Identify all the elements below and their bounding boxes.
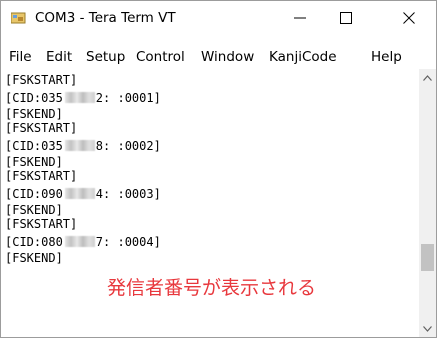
window-title: COM3 - Tera Term VT bbox=[35, 10, 176, 26]
maximize-button[interactable] bbox=[323, 1, 369, 35]
terminal-line: [FSKEND] bbox=[5, 251, 63, 265]
terminal-line: [FSKSTART] bbox=[5, 169, 78, 183]
menu-edit[interactable]: Edit bbox=[46, 49, 72, 65]
vertical-scrollbar[interactable] bbox=[419, 69, 436, 337]
terminal-line: [FSKSTART] bbox=[5, 217, 78, 231]
redacted-number bbox=[64, 236, 95, 247]
menu-window[interactable]: Window bbox=[201, 49, 254, 65]
terminal-line: [CID:090 4: :0003] bbox=[5, 187, 161, 201]
minimize-button[interactable] bbox=[277, 1, 323, 35]
scroll-up-button[interactable] bbox=[419, 69, 436, 86]
scroll-down-button[interactable] bbox=[419, 320, 436, 337]
close-icon bbox=[403, 12, 415, 24]
redacted-number bbox=[64, 188, 95, 199]
terminal-line: [FSKSTART] bbox=[5, 73, 78, 87]
chevron-down-icon bbox=[423, 325, 432, 332]
close-button[interactable] bbox=[386, 1, 432, 35]
terminal-line: [CID:035 2: :0001] bbox=[5, 91, 161, 105]
menu-setup[interactable]: Setup bbox=[86, 49, 125, 65]
scrollbar-thumb[interactable] bbox=[421, 244, 434, 271]
terminal-line: [FSKSTART] bbox=[5, 121, 78, 135]
menu-help[interactable]: Help bbox=[371, 49, 402, 65]
minimize-icon bbox=[294, 17, 306, 19]
title-bar[interactable]: COM3 - Tera Term VT bbox=[1, 1, 436, 35]
redacted-number bbox=[64, 140, 95, 151]
terminal-line: [CID:080 7: :0004] bbox=[5, 235, 161, 249]
tera-term-icon[interactable] bbox=[10, 11, 27, 25]
menu-file[interactable]: File bbox=[9, 49, 32, 65]
terminal-line: [CID:035 8: :0002] bbox=[5, 139, 161, 153]
menu-control[interactable]: Control bbox=[136, 49, 185, 65]
chevron-up-icon bbox=[423, 74, 432, 81]
maximize-icon bbox=[340, 12, 352, 24]
redacted-number bbox=[64, 92, 95, 103]
tera-term-window: COM3 - Tera Term VT File Edit Setup Cont… bbox=[0, 0, 437, 338]
menu-kanjicode[interactable]: KanjiCode bbox=[269, 49, 337, 65]
caller-id-annotation: 発信者番号が表示される bbox=[107, 277, 317, 299]
menu-bar: File Edit Setup Control Window KanjiCode… bbox=[1, 47, 436, 69]
